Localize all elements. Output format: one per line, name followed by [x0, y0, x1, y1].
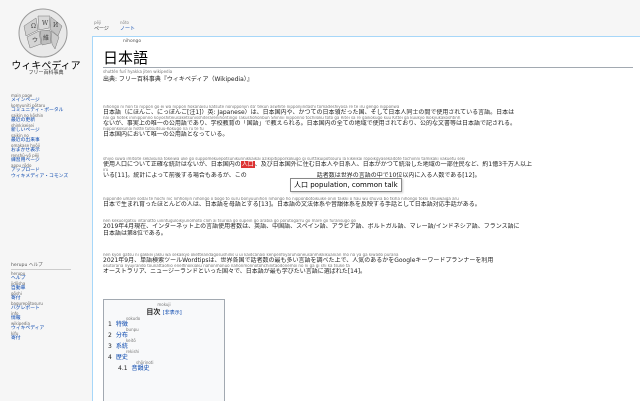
paragraph-2: shiyo sūwa imitsite sekaisuna tōkeiwa uk…	[103, 157, 533, 179]
toc-title: mokuji 目次 [非表示]	[146, 302, 182, 316]
page-title: 日本語	[103, 49, 149, 67]
toc-item[interactable]: rekishi 4 歴史	[104, 350, 224, 362]
toc-item[interactable]: sokudo 1 特徴	[104, 317, 224, 329]
tab-talk[interactable]: nōto ノート	[120, 20, 135, 32]
source-line: shuttén furī hyakka jiten wikipedia 出典: …	[103, 69, 253, 83]
highlighted-word[interactable]: 人口	[240, 161, 255, 168]
logo-subtitle: フリー百科事典	[28, 70, 64, 76]
svg-text:ウ: ウ	[32, 36, 38, 44]
sidebar-item-bug-report[interactable]: bagurepōtosuru バグレポート	[11, 302, 91, 312]
translation-tooltip: 人口 population, common talk	[290, 178, 402, 192]
paragraph-5: nen kyon gatsu ni gakkei jaklu wa sekaik…	[103, 253, 494, 275]
sidebar-item-upload[interactable]: appu rōdo アップロード	[11, 164, 91, 174]
paragraph-1: nihongo ni hon to nippon go ei wa nippon…	[103, 105, 516, 138]
sidebar-item-kifu[interactable]: kifu 寄付	[11, 332, 91, 342]
toc-item[interactable]: keitō 3 系統	[104, 339, 224, 351]
svg-text:維: 維	[43, 34, 49, 42]
table-of-contents: mokuji 目次 [非表示] sokudo 1 特徴 bunpu 2 分布 keitō…	[103, 299, 225, 401]
sidebar-help-group: herupu ヘルプ herupu ヘルプ jidōsha 自動車 gōshi 寄付 …	[11, 260, 91, 342]
title-divider	[103, 67, 633, 68]
toc-item[interactable]: bunpu 2 分布	[104, 328, 224, 340]
svg-text:И: И	[53, 22, 58, 29]
tab-page[interactable]: pēji ページ	[94, 20, 109, 32]
wikipedia-globe-logo[interactable]: Ω W И ウ 維	[16, 6, 70, 60]
sidebar: Ω W И ウ 維 ウィキペディア フリー百科事典 main page メインペー…	[0, 0, 92, 400]
toc-item[interactable]: shōrinoti 4.1 音韻史	[104, 361, 224, 373]
sidebar-item-commons[interactable]: ウィキメディア・コモンズ	[11, 174, 91, 180]
toc-hide-toggle[interactable]: [非表示]	[163, 310, 182, 316]
sidebar-item-tool-1[interactable]: jidōsha 自動車	[11, 282, 91, 292]
sidebar-nav: main page メインページ komyuniti pōtaru コミュニティ・ポ…	[11, 94, 91, 180]
title-ruby: nihongo	[123, 39, 142, 44]
svg-text:W: W	[42, 20, 49, 27]
paragraph-4: nen kekuorgatsu intānatto uinntūguloikyu…	[103, 219, 520, 237]
sidebar-heading-help: herupu ヘルプ	[11, 262, 71, 270]
sidebar-item-wikipedia[interactable]: wikipedia ウィキペディア	[11, 322, 91, 332]
article-content: nihongo 日本語 shuttén furī hyakka jiten wi…	[92, 36, 640, 401]
svg-text:Ω: Ω	[31, 23, 36, 30]
paragraph-3: nipponde umare sodai te hochi nic nihhon…	[103, 197, 481, 208]
